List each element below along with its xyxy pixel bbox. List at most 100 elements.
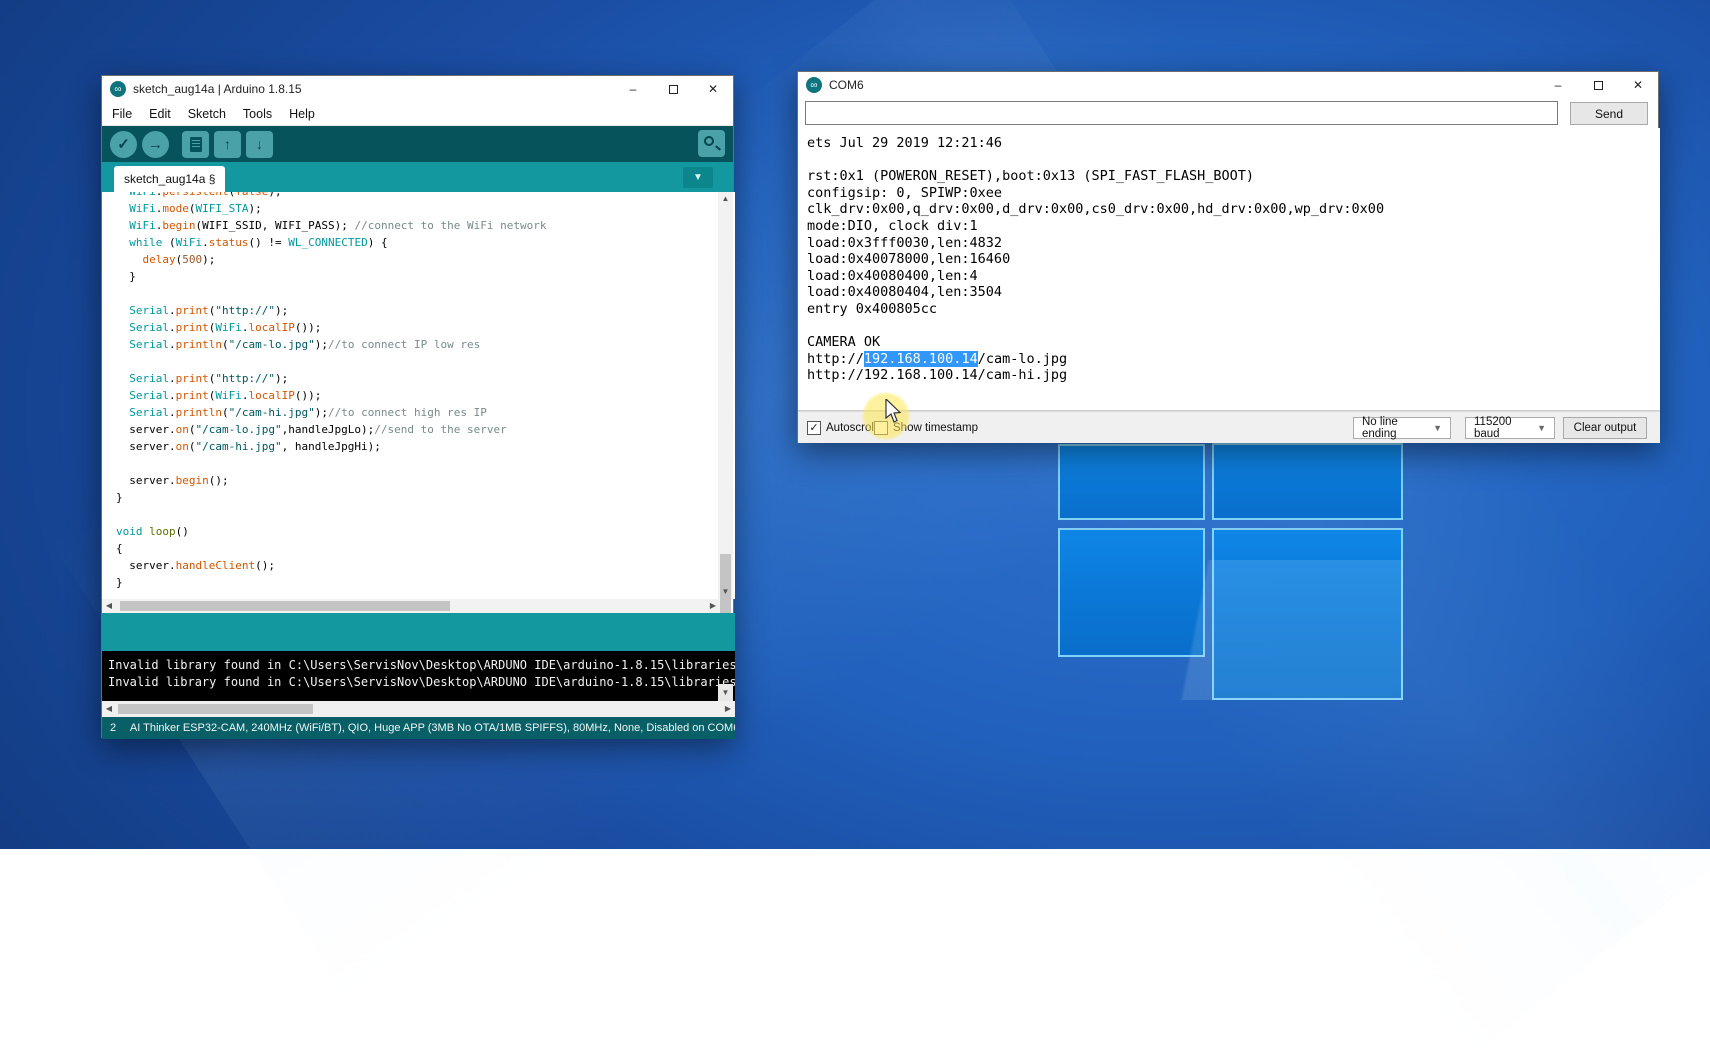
- scroll-right-arrow-icon[interactable]: ▶: [721, 701, 735, 715]
- windows-logo-pane-top-right: [1212, 443, 1403, 520]
- windows-logo-pane-bottom-left: [1058, 528, 1205, 657]
- editor-horizontal-scrollbar[interactable]: ◀ ▶: [102, 599, 720, 613]
- code-line: server.on("/cam-lo.jpg",handleJpgLo);//s…: [116, 421, 719, 438]
- serial-bottom-bar: ✓ Autoscroll Show timestamp No line endi…: [798, 411, 1660, 443]
- console-line: Invalid library found in C:\Users\Servis…: [108, 674, 735, 691]
- serial-output-line: CAMERA OK: [807, 334, 1660, 351]
- menu-help[interactable]: Help: [289, 107, 315, 121]
- document-icon: [190, 137, 202, 152]
- send-button[interactable]: Send: [1570, 102, 1648, 125]
- horizontal-scroll-thumb[interactable]: [120, 601, 450, 611]
- chevron-down-icon: ▼: [1433, 423, 1442, 433]
- code-line: Serial.println("/cam-lo.jpg");//to conne…: [116, 336, 719, 353]
- serial-input-field[interactable]: [805, 101, 1558, 125]
- serial-output-line: clk_drv:0x00,q_drv:0x00,d_drv:0x00,cs0_d…: [807, 201, 1660, 218]
- arduino-logo-icon: ∞: [806, 77, 822, 93]
- serial-send-row: Send: [798, 98, 1658, 128]
- code-line: [116, 285, 719, 302]
- code-line: [116, 353, 719, 370]
- save-sketch-button[interactable]: ↓: [246, 131, 273, 158]
- ide-tabstrip: sketch_aug14a § ▼: [102, 162, 733, 192]
- chevron-down-icon: ▼: [1537, 423, 1546, 433]
- menu-sketch[interactable]: Sketch: [188, 107, 226, 121]
- serial-minimize-button[interactable]: –: [1538, 72, 1578, 98]
- serial-monitor-button[interactable]: [698, 130, 725, 157]
- code-text: WiFi.persistent(false); WiFi.mode(WIFI_S…: [116, 192, 719, 591]
- baud-rate-dropdown[interactable]: 115200 baud ▼: [1465, 417, 1555, 439]
- console-horizontal-scrollbar[interactable]: ◀ ▶: [102, 701, 735, 717]
- up-arrow-icon: ↑: [224, 136, 231, 152]
- magnifier-icon: [704, 136, 714, 146]
- autoscroll-checkbox[interactable]: ✓: [807, 421, 821, 435]
- verify-button[interactable]: ✓: [110, 131, 137, 158]
- serial-window-title: COM6: [829, 78, 864, 92]
- serial-titlebar[interactable]: ∞ COM6 – ✕: [798, 72, 1658, 98]
- code-line: }: [116, 489, 719, 506]
- serial-output-line: load:0x40078000,len:16460: [807, 251, 1660, 268]
- code-line: void loop(): [116, 523, 719, 540]
- code-line: while (WiFi.status() != WL_CONNECTED) {: [116, 234, 719, 251]
- menu-edit[interactable]: Edit: [149, 107, 171, 121]
- down-arrow-icon: ↓: [256, 136, 263, 152]
- editor-console-divider: [102, 613, 735, 651]
- chevron-down-icon: ▼: [693, 172, 703, 183]
- serial-output-line: mode:DIO, clock div:1: [807, 218, 1660, 235]
- console-scroll-thumb[interactable]: [118, 704, 313, 714]
- ide-menubar: File Edit Sketch Tools Help: [102, 102, 733, 126]
- mouse-cursor: [884, 399, 906, 425]
- arduino-ide-window: ∞ sketch_aug14a | Arduino 1.8.15 – ✕ Fil…: [101, 75, 734, 738]
- serial-output-line: load:0x3fff0030,len:4832: [807, 235, 1660, 252]
- new-sketch-button[interactable]: [182, 131, 209, 158]
- serial-output-area[interactable]: ets Jul 29 2019 12:21:46 rst:0x1 (POWERO…: [798, 128, 1660, 411]
- menu-tools[interactable]: Tools: [243, 107, 272, 121]
- serial-output-line: rst:0x1 (POWERON_RESET),boot:0x13 (SPI_F…: [807, 168, 1660, 185]
- code-line: server.begin();: [116, 472, 719, 489]
- tab-list-dropdown-button[interactable]: ▼: [683, 167, 713, 188]
- arduino-logo-icon: ∞: [110, 81, 126, 97]
- code-line: Serial.println("/cam-hi.jpg");//to conne…: [116, 404, 719, 421]
- code-line: Serial.print("http://");: [116, 370, 719, 387]
- check-icon: ✓: [809, 422, 818, 434]
- right-arrow-icon: →: [148, 136, 163, 153]
- code-line: }: [116, 268, 719, 285]
- code-editor[interactable]: WiFi.persistent(false); WiFi.mode(WIFI_S…: [102, 192, 735, 599]
- serial-output-line: [807, 152, 1660, 169]
- serial-output-line: configsip: 0, SPIWP:0xee: [807, 185, 1660, 202]
- serial-output-line: load:0x40080404,len:3504: [807, 284, 1660, 301]
- status-line-number: 2: [110, 722, 130, 734]
- scroll-down-arrow-icon[interactable]: ▼: [718, 585, 733, 599]
- serial-output-line: http://192.168.100.14/cam-lo.jpg: [807, 351, 1660, 368]
- editor-vertical-scrollbar[interactable]: ▲ ▼: [718, 192, 733, 599]
- ide-toolbar: ✓ → ↑ ↓: [102, 126, 733, 162]
- clear-output-button[interactable]: Clear output: [1563, 417, 1647, 439]
- serial-output-line: ets Jul 29 2019 12:21:46: [807, 135, 1660, 152]
- ide-titlebar[interactable]: ∞ sketch_aug14a | Arduino 1.8.15 – ✕: [102, 76, 733, 102]
- open-sketch-button[interactable]: ↑: [214, 131, 241, 158]
- line-ending-dropdown[interactable]: No line ending ▼: [1353, 417, 1451, 439]
- serial-output-line: http://192.168.100.14/cam-hi.jpg: [807, 367, 1660, 384]
- code-line: server.handleClient();: [116, 557, 719, 574]
- check-icon: ✓: [117, 135, 130, 153]
- console-scroll-down-arrow-icon[interactable]: ▼: [718, 684, 733, 701]
- scroll-left-arrow-icon[interactable]: ◀: [102, 599, 116, 613]
- code-line: Serial.print(WiFi.localIP());: [116, 387, 719, 404]
- ide-close-button[interactable]: ✕: [693, 76, 733, 102]
- upload-button[interactable]: →: [142, 131, 169, 158]
- ide-minimize-button[interactable]: –: [613, 76, 653, 102]
- serial-close-button[interactable]: ✕: [1618, 72, 1658, 98]
- ide-maximize-button[interactable]: [653, 76, 693, 102]
- tab-sketch-aug14a[interactable]: sketch_aug14a §: [114, 166, 225, 192]
- scroll-right-arrow-icon[interactable]: ▶: [706, 599, 720, 613]
- maximize-icon: [669, 85, 678, 94]
- status-board-info: AI Thinker ESP32-CAM, 240MHz (WiFi/BT), …: [130, 722, 735, 734]
- code-line: Serial.print(WiFi.localIP());: [116, 319, 719, 336]
- menu-file[interactable]: File: [112, 107, 132, 121]
- scroll-up-arrow-icon[interactable]: ▲: [718, 192, 733, 206]
- serial-maximize-button[interactable]: [1578, 72, 1618, 98]
- code-line: Serial.print("http://");: [116, 302, 719, 319]
- serial-output-line: [807, 318, 1660, 335]
- scroll-left-arrow-icon[interactable]: ◀: [102, 701, 116, 715]
- code-line: [116, 506, 719, 523]
- serial-output-line: load:0x40080400,len:4: [807, 268, 1660, 285]
- ide-statusbar: 2 AI Thinker ESP32-CAM, 240MHz (WiFi/BT)…: [102, 717, 735, 739]
